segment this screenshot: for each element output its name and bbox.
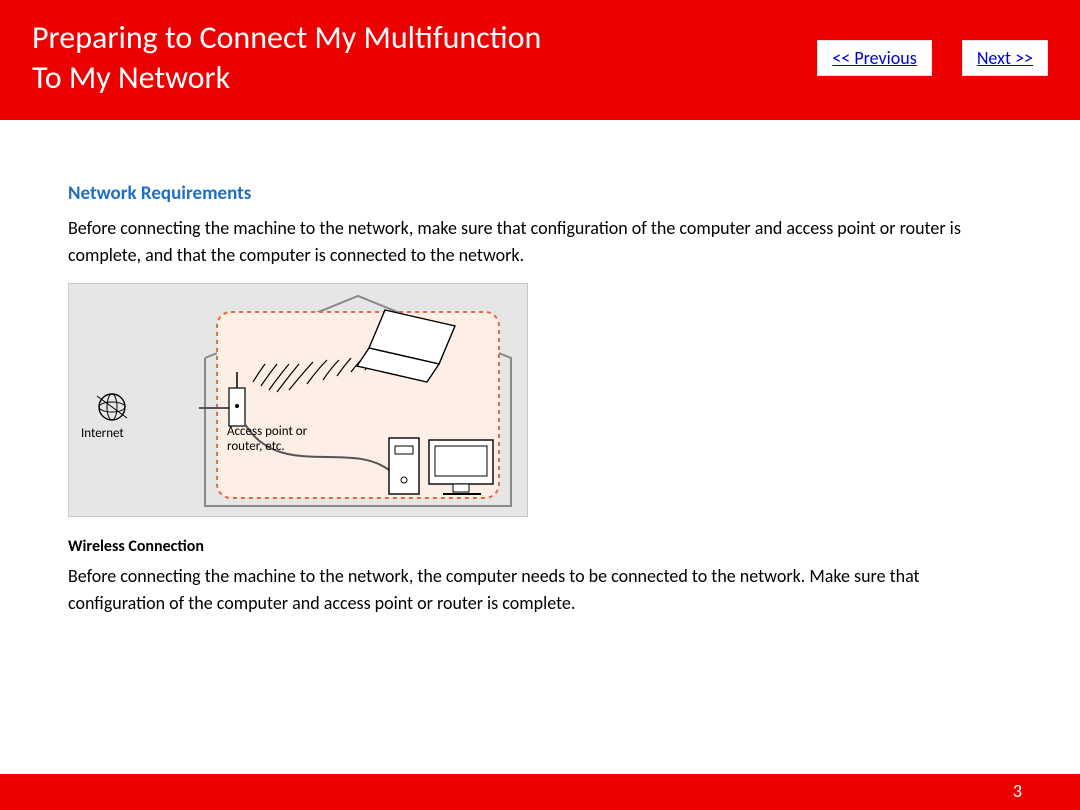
internet-globe-icon	[95, 390, 129, 424]
next-button[interactable]: Next >>	[962, 40, 1048, 76]
title-line-2: To My Network	[32, 58, 230, 97]
sub-paragraph: Before connecting the machine to the net…	[68, 563, 1012, 617]
page-title: Preparing to Connect My Multifunction To…	[32, 18, 541, 98]
content-area: Network Requirements Before connecting t…	[0, 120, 1080, 617]
previous-button[interactable]: << Previous	[817, 40, 931, 76]
internet-label: Internet	[81, 424, 124, 444]
diagram-frame: Internet	[68, 283, 528, 517]
sub-heading: Wireless Connection	[68, 535, 1012, 559]
nav-buttons: << Previous Next >>	[817, 40, 1048, 76]
house-illustration	[199, 290, 517, 510]
title-line-1: Preparing to Connect My Multifunction	[32, 18, 541, 57]
footer-bar: 3	[0, 774, 1080, 810]
network-diagram: Internet	[68, 283, 1012, 517]
header-bar: Preparing to Connect My Multifunction To…	[0, 0, 1080, 120]
section-heading: Network Requirements	[68, 180, 1012, 209]
intro-paragraph: Before connecting the machine to the net…	[68, 215, 1012, 269]
ap-label-l2: router, etc.	[227, 439, 285, 454]
page-number: 3	[1013, 780, 1022, 802]
ap-label-l1: Access point or	[227, 424, 307, 439]
access-point-label: Access point or router, etc.	[227, 424, 307, 455]
